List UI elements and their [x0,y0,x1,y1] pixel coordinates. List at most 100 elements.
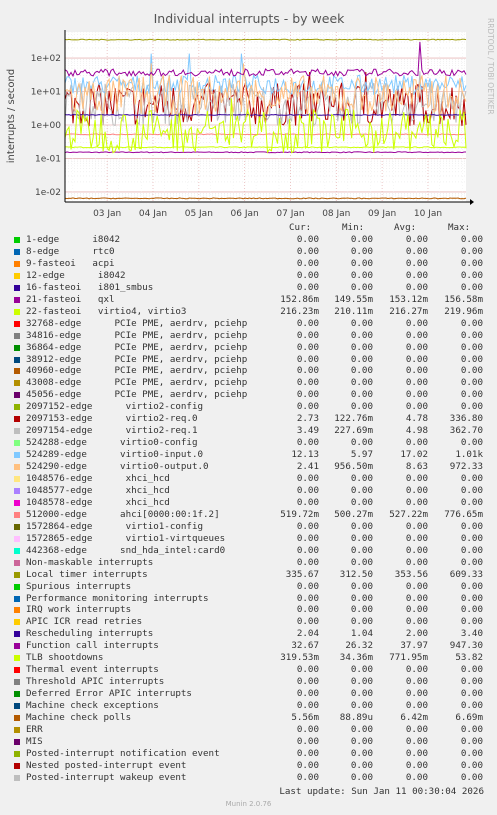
legend-row: 2097154-edge virtio2-req.1 3.49 227.69m 4.9… [0,425,497,437]
legend-row: Spurious interrupts 0.00 0.00 0.00 0.00 [0,581,497,593]
legend-value-max: 0.00 [460,329,483,341]
legend-value-max: 3.40 [460,628,483,640]
col-header-cur: Cur: [289,222,312,233]
legend-row: 524290-edge virtio0-output.0 2.41 956.50m 8… [0,461,497,473]
legend-row: 1048576-edge xhci_hcd 0.00 0.00 0.00 0.00 [0,473,497,485]
legend-swatch [14,404,20,411]
legend-swatch [14,428,20,435]
y-tick-label: 1e+00 [31,121,62,131]
legend-swatch [14,320,20,327]
legend-row: 21-fasteoi qxl 152.86m 149.55m 153.12m 156.5… [0,294,497,306]
legend-row: 442368-edge snd_hda_intel:card0 0.00 0.00 0… [0,545,497,557]
legend-label: 21-fasteoi qxl [26,293,115,305]
legend-label: Nested posted-interrupt event [26,759,187,771]
y-tick-label: 1e+02 [31,54,61,64]
legend-value-max: 0.00 [460,377,483,389]
legend-row: Performance monitoring interrupts 0.00 0.0… [0,593,497,605]
legend-swatch [14,571,20,578]
legend-swatch [14,715,20,721]
legend-swatch [14,583,20,590]
legend-row: 40960-edge PCIe PME, aerdrv, pciehp 0.00 0… [0,365,497,377]
legend-label: Machine check polls [26,712,132,723]
legend-label: Local timer interrupts [26,568,148,580]
legend-value-max: 0.00 [460,520,483,532]
x-tick-label: 03 Jan [93,209,121,219]
legend-value-max: 0.00 [460,664,483,676]
legend-row: 36864-edge PCIe PME, aerdrv, pciehp 0.00 0… [0,342,497,354]
legend-row: 1572865-edge virtio1-virtqueues 0.00 0.00 0… [0,533,497,545]
legend-row: 524289-edge virtio0-input.0 12.13 5.97 17.0… [0,449,497,461]
legend-value-max: 0.00 [460,365,483,377]
legend-swatch [14,726,20,733]
legend-value-max: 0.00 [460,234,483,245]
legend-swatch [14,643,20,650]
legend-label: 1048576-edge xhci_hcd [26,473,170,484]
legend-row: Local timer interrupts 335.67 312.50 353.56… [0,569,497,581]
legend-value-max: 0.00 [460,700,483,712]
legend-label: 2097152-edge virtio2-config [26,401,204,413]
legend-swatch [14,535,20,542]
legend-row: 45056-edge PCIe PME, aerdrv, pciehp 0.00 0… [0,389,497,401]
legend-label: Deferred Error APIC interrupts [26,688,192,700]
legend-row: 1572864-edge virtio1-config 0.00 0.00 0.00 0… [0,521,497,533]
legend-value-max: 0.00 [460,676,483,688]
legend-swatch [14,344,20,351]
legend-value-max: 0.00 [460,473,483,484]
legend-label: Non-maskable interrupts [26,556,154,568]
series-line [64,38,467,41]
legend-value-max: 0.00 [460,389,483,401]
legend-value-max: 0.00 [460,544,483,556]
y-axis-label: interrupts / second [6,69,17,163]
legend-value-max: 609.33 [449,568,483,580]
legend-row: Thermal event interrupts 0.00 0.00 0.00 0.00 [0,664,497,676]
legend-label: 8-edge rtc0 [26,245,115,257]
legend-row: 524288-edge virtio0-config 0.00 0.00 0.00 0.… [0,437,497,449]
col-header-min: Min: [342,222,365,233]
legend-swatch [14,750,20,757]
legend-row: TLB shootdowns 319.53m 34.36m 771.95m 53.82 [0,652,497,664]
legend-row: 34816-edge PCIe PME, aerdrv, pciehp 0.00 0… [0,330,497,342]
legend-row: IRQ work interrupts 0.00 0.00 0.00 0.00 [0,604,497,616]
legend-label: 43008-edge PCIe PME, aerdrv, pciehp [26,377,248,389]
legend-label: TLB shootdowns [26,652,104,664]
legend-swatch [14,547,20,554]
legend-label: 38912-edge PCIe PME, aerdrv, pciehp [26,353,248,365]
legend-swatch [14,631,20,638]
legend-value-max: 0.00 [460,341,483,353]
legend-row: Machine check polls 5.56m 88.89u 6.42m 6.69m [0,712,497,724]
legend-label: Rescheduling interrupts [26,628,154,640]
legend-value-max: 0.00 [460,556,483,568]
legend-label: 1048577-edge xhci_hcd [26,484,170,496]
legend-label: 1048578-edge xhci_hcd [26,496,170,508]
legend-value-max: 156.58m [444,293,483,305]
legend-value-max: 0.00 [460,580,483,592]
legend-swatch [14,499,20,506]
y-tick-label: 1e-01 [35,154,61,164]
legend-label: Threshold APIC interrupts [26,676,165,688]
last-update: Last update: Sun Jan 11 00:30:04 2026 [279,785,484,797]
legend-swatch [14,523,20,530]
legend-row: 8-edge rtc0 0.00 0.00 0.00 0.00 [0,246,497,258]
legend-value-max: 0.00 [460,532,483,544]
col-header-max: Max: [448,222,471,233]
legend-swatch [14,559,20,566]
legend-swatch [14,464,20,471]
legend-value-max: 0.00 [460,771,483,783]
legend-label: APIC ICR read retries [26,616,143,628]
legend-row: 32768-edge PCIe PME, aerdrv, pciehp 0.00 0… [0,318,497,330]
x-tick-label: 08 Jan [322,209,350,219]
legend-row: APIC ICR read retries 0.00 0.00 0.00 0.00 [0,616,497,628]
legend-label: 512000-edge ahci[0000:00:1f.2] [26,508,220,520]
legend-value-max: 219.96m [444,305,483,317]
legend-value-max: 362.70 [449,425,483,437]
legend-value-max: 947.30 [449,640,483,652]
legend-swatch [14,487,20,494]
legend-value-max: 6.69m [455,712,483,723]
x-tick-label: 09 Jan [368,209,396,219]
legend-swatch [14,392,20,399]
legend-row: 16-fasteoi i801_smbus 0.00 0.00 0.00 0.00 [0,282,497,294]
legend-value-max: 0.00 [460,616,483,628]
legend-swatch [14,595,20,602]
legend-swatch [14,308,20,315]
legend-label: 1572865-edge virtio1-virtqueues [26,532,226,544]
